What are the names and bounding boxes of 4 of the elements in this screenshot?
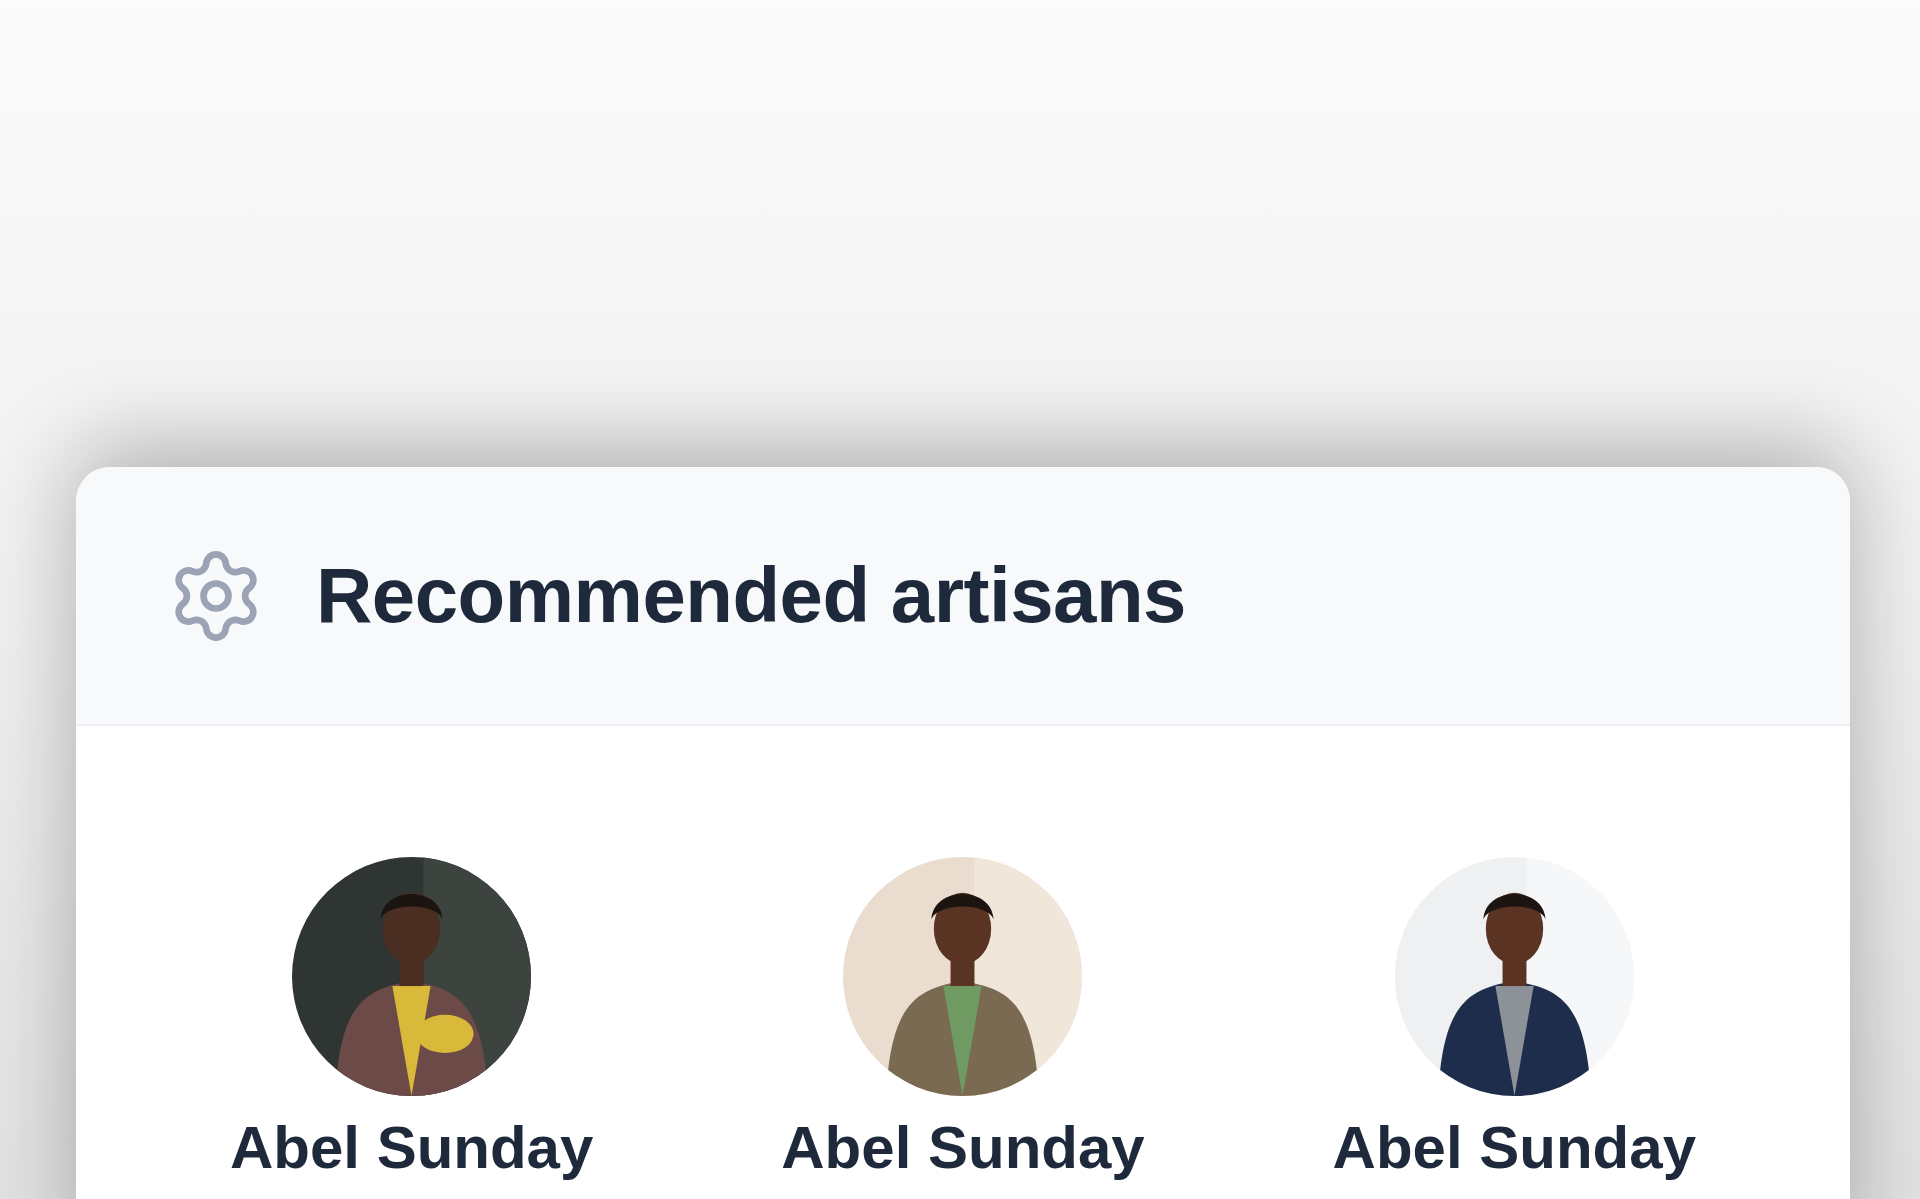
artisan-name: Abel Sunday — [229, 1118, 594, 1178]
artisan-name: Abel Sunday — [1332, 1118, 1696, 1178]
card-title: Recommended artisans — [316, 550, 1186, 641]
artisan-name: Abel Sunday — [781, 1118, 1145, 1178]
